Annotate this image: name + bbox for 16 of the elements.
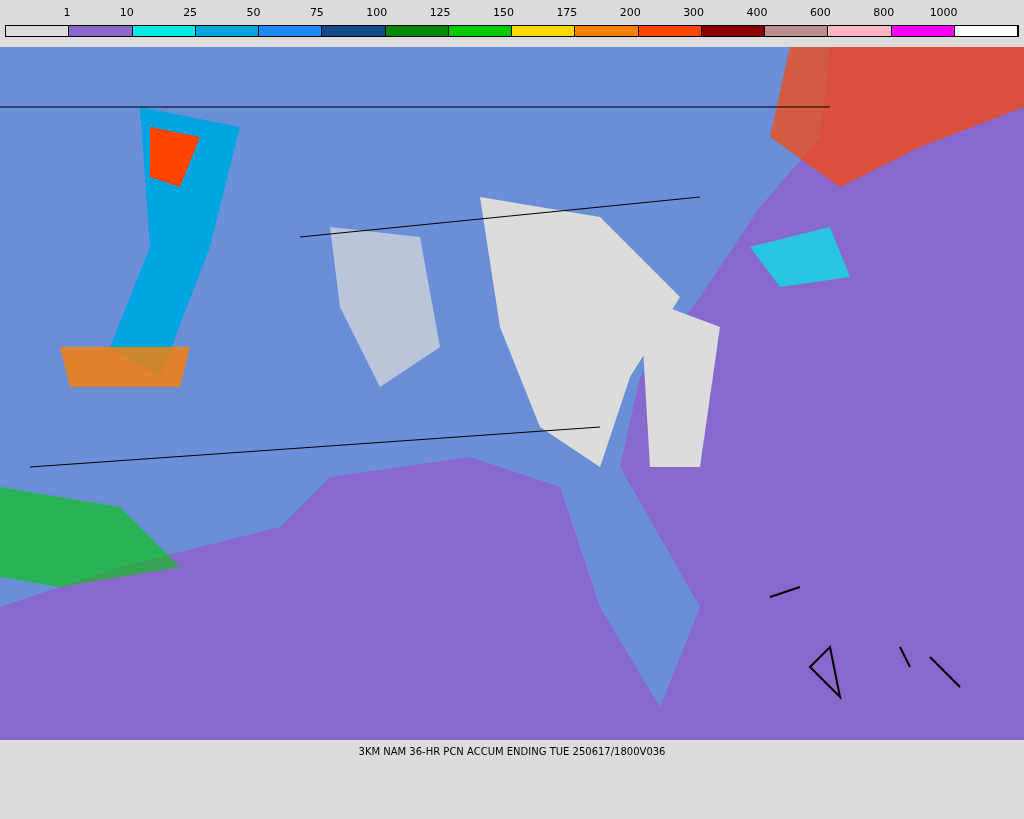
legend-label: 1000 [929,6,958,19]
legend-label: 25 [183,6,198,19]
legend-label: 400 [746,6,768,19]
legend-label: 50 [246,6,261,19]
legend-label: 200 [619,6,641,19]
legend-label: 600 [809,6,831,19]
legend-label: 75 [309,6,324,19]
legend-label: 800 [873,6,895,19]
legend-label: 175 [556,6,578,19]
legend-label: 150 [493,6,514,19]
map-caption: 3KM NAM 36-HR PCN ACCUM ENDING TUE 250617/1800V036 [358,746,666,757]
legend-label: 1 [63,6,71,19]
legend-label: 100 [366,6,388,19]
legend-label: 125 [429,6,451,19]
legend-label: 10 [119,6,134,19]
legend-label: 300 [683,6,705,19]
